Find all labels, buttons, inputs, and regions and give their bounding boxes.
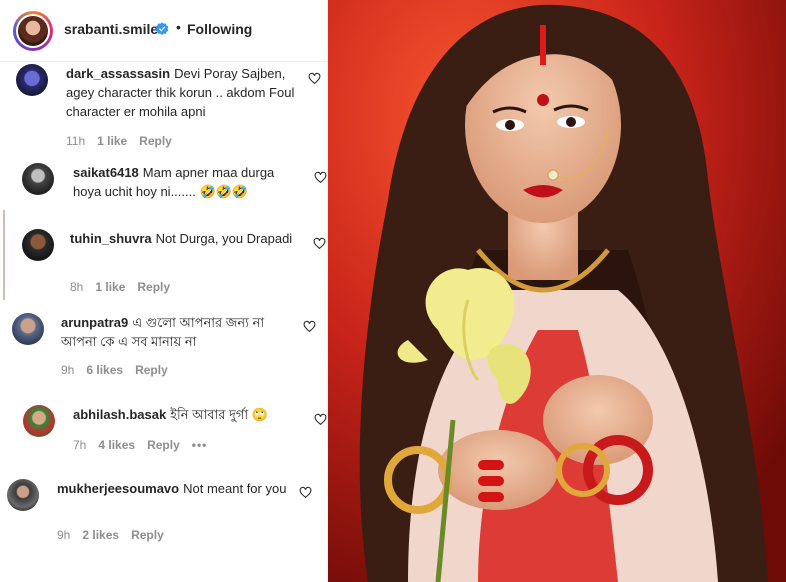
comment-time: 8h — [70, 280, 84, 294]
comment-meta: 9h 2 likes Reply — [57, 528, 176, 542]
heart-outline-icon[interactable] — [299, 486, 312, 499]
reply-button[interactable]: Reply — [137, 280, 170, 294]
comment-time: 9h — [61, 363, 75, 377]
commenter-avatar[interactable] — [12, 313, 44, 345]
commenter-avatar[interactable] — [16, 64, 48, 96]
comment-username[interactable]: arunpatra9 — [61, 315, 128, 330]
comment-likes[interactable]: 4 likes — [98, 438, 135, 452]
comment-username[interactable]: saikat6418 — [73, 165, 139, 180]
comment-time: 11h — [66, 134, 86, 148]
comment-body: mukherjeesoumavo Not meant for you — [57, 479, 293, 498]
comment-text: Not Durga, you Drapadi — [155, 231, 293, 246]
commenter-avatar[interactable] — [22, 163, 54, 195]
commenter-avatar[interactable] — [23, 405, 55, 437]
comment-meta: 9h 6 likes Reply — [61, 363, 180, 377]
comment-body: saikat6418 Mam apner maa durga hoya uchit… — [73, 163, 303, 201]
comment-body: arunpatra9 এ গুলো আপনার জন্য না আপনা কে এ… — [61, 313, 297, 351]
header-separator: • — [176, 19, 181, 35]
comment-text: ইনি আবার দুর্গা 🙄 — [170, 407, 268, 422]
post-photo — [328, 0, 786, 582]
heart-outline-icon[interactable] — [308, 72, 321, 85]
comment-meta: 11h 1 like Reply — [66, 134, 184, 148]
comment-likes[interactable]: 2 likes — [82, 528, 119, 542]
reply-button[interactable]: Reply — [135, 363, 168, 377]
comment-text: Not meant for you — [183, 481, 287, 496]
comment-time: 7h — [73, 438, 87, 452]
more-options-icon[interactable]: ••• — [192, 438, 208, 452]
comment-username[interactable]: tuhin_shuvra — [70, 231, 152, 246]
profile-avatar[interactable] — [13, 11, 53, 51]
comment-likes[interactable]: 6 likes — [86, 363, 123, 377]
comment-body: dark_assassasin Devi Poray Sajben, agey c… — [66, 64, 302, 121]
comment-body: abhilash.basak ইনি আবার দুর্গা 🙄 — [73, 405, 303, 424]
comment-likes[interactable]: 1 like — [95, 280, 125, 294]
heart-outline-icon[interactable] — [303, 320, 316, 333]
comment-meta: 8h 1 like Reply — [70, 280, 182, 294]
reply-button[interactable]: Reply — [131, 528, 164, 542]
comment-highlight-bar — [3, 210, 5, 300]
commenter-avatar[interactable] — [22, 229, 54, 261]
post-header: srabanti.smile • Following — [0, 0, 327, 62]
heart-outline-icon[interactable] — [314, 171, 327, 184]
comments-panel: srabanti.smile • Following dark_assassas… — [0, 0, 328, 582]
commenter-avatar[interactable] — [7, 479, 39, 511]
comment-username[interactable]: mukherjeesoumavo — [57, 481, 179, 496]
reply-button[interactable]: Reply — [139, 134, 172, 148]
comment-body: tuhin_shuvra Not Durga, you Drapadi — [70, 229, 300, 248]
comment-likes[interactable]: 1 like — [97, 134, 127, 148]
post-photo-illustration — [328, 0, 786, 582]
verified-badge-icon — [155, 22, 169, 35]
comment-username[interactable]: dark_assassasin — [66, 66, 170, 81]
heart-outline-icon[interactable] — [314, 413, 327, 426]
comment-username[interactable]: abhilash.basak — [73, 407, 166, 422]
heart-outline-icon[interactable] — [313, 237, 326, 250]
following-button[interactable]: Following — [187, 21, 252, 37]
reply-button[interactable]: Reply — [147, 438, 180, 452]
post-username[interactable]: srabanti.smile — [64, 21, 158, 37]
comment-time: 9h — [57, 528, 71, 542]
comment-meta: 7h 4 likes Reply ••• — [73, 438, 219, 452]
